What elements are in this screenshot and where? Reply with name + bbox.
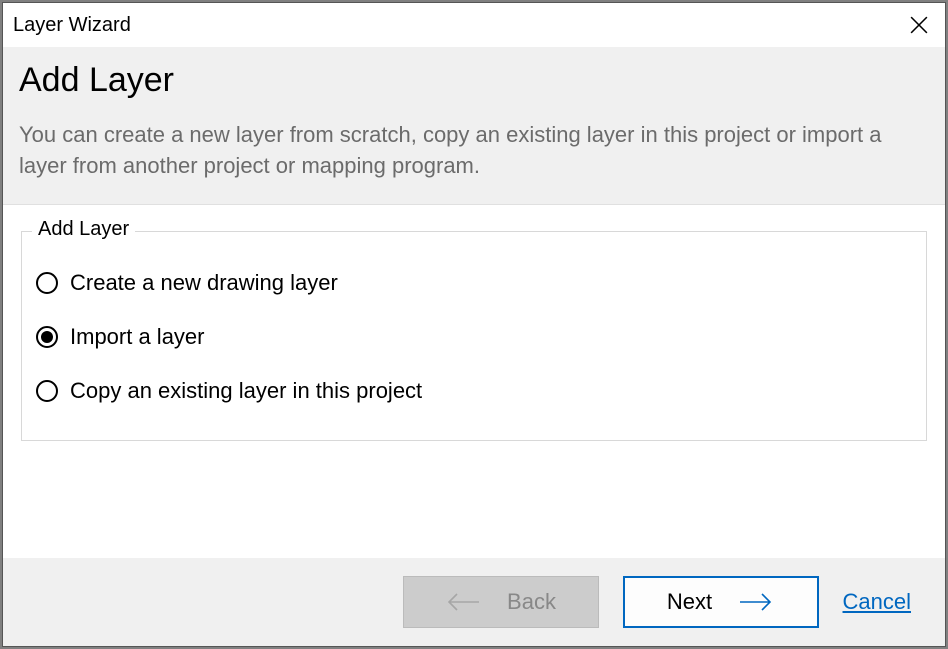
titlebar: Layer Wizard bbox=[3, 3, 945, 47]
radio-label: Import a layer bbox=[70, 324, 205, 350]
back-button-label: Back bbox=[507, 589, 556, 615]
radio-label: Create a new drawing layer bbox=[70, 270, 338, 296]
back-button[interactable]: Back bbox=[403, 576, 599, 628]
wizard-header: Add Layer You can create a new layer fro… bbox=[3, 47, 945, 205]
group-legend: Add Layer bbox=[32, 218, 135, 241]
next-button-label: Next bbox=[667, 589, 712, 615]
radio-icon bbox=[36, 272, 58, 294]
layer-wizard-dialog: Layer Wizard Add Layer You can create a … bbox=[2, 2, 946, 647]
wizard-footer: Back Next Cancel bbox=[3, 558, 945, 646]
radio-icon bbox=[36, 380, 58, 402]
arrow-right-icon bbox=[738, 592, 774, 612]
add-layer-group: Add Layer Create a new drawing layer Imp… bbox=[21, 231, 927, 441]
radio-icon bbox=[36, 326, 58, 348]
next-button[interactable]: Next bbox=[623, 576, 819, 628]
cancel-link[interactable]: Cancel bbox=[843, 589, 911, 615]
radio-import-layer[interactable]: Import a layer bbox=[36, 324, 912, 350]
radio-copy-existing-layer[interactable]: Copy an existing layer in this project bbox=[36, 378, 912, 404]
close-icon bbox=[910, 16, 928, 34]
wizard-content: Add Layer Create a new drawing layer Imp… bbox=[3, 205, 945, 558]
page-title: Add Layer bbox=[19, 61, 929, 100]
radio-dot-icon bbox=[41, 331, 53, 343]
radio-create-new-layer[interactable]: Create a new drawing layer bbox=[36, 270, 912, 296]
arrow-left-icon bbox=[445, 592, 481, 612]
window-title: Layer Wizard bbox=[13, 14, 131, 37]
page-description: You can create a new layer from scratch,… bbox=[19, 120, 929, 182]
radio-label: Copy an existing layer in this project bbox=[70, 378, 422, 404]
close-button[interactable] bbox=[903, 9, 935, 41]
